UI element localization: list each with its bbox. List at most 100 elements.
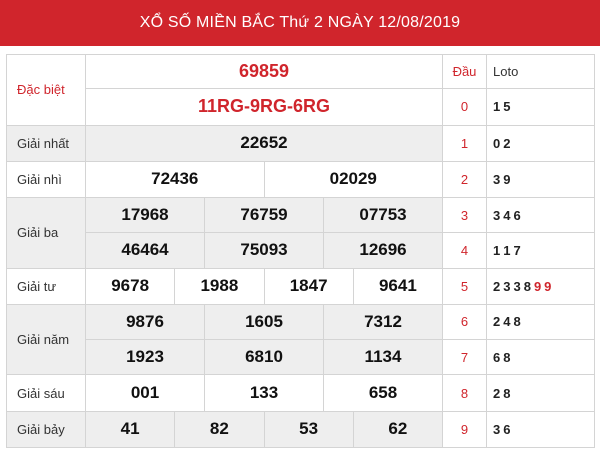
second-prize-value: 72436 (151, 169, 199, 189)
loto-dau-8: 8 (442, 374, 487, 412)
fifth-prize-value: 7312 (323, 304, 442, 340)
first-prize-row: Giải nhất 22652 1 02 (6, 124, 595, 162)
loto-dau-6: 6 (442, 303, 487, 341)
fourth-prize-row: Giải tư 9678 1988 1847 9641 5 233899 (6, 267, 595, 305)
second-prize-row: Giải nhì 72436 02029 2 39 (6, 160, 595, 199)
loto-row-3: 346 (486, 197, 595, 234)
fifth-prize-row: 1923 6810 1134 7 68 (7, 339, 595, 376)
third-prize-value: 76759 (204, 198, 323, 233)
loto-row-4: 117 (486, 232, 595, 269)
fourth-prize-value: 1988 (174, 268, 263, 304)
loto-digit: 3 (493, 421, 501, 437)
sixth-prize-label: Giải sáu (6, 374, 86, 412)
loto-digit: 8 (513, 314, 521, 330)
fifth-prize-value: 9876 (126, 311, 164, 331)
results-title: XỔ SỐ MIỀN BẮC Thứ 2 NGÀY 12/08/2019 (139, 14, 461, 31)
loto-digit: 2 (493, 314, 501, 330)
loto-digit: 8 (503, 349, 511, 365)
results-table-wrap: Đặc biệt 69859 Đầu Loto 11RG-9RG-6RG 0 1… (6, 53, 595, 449)
fifth-prize-value: 1605 (204, 304, 323, 340)
loto-digit: 2 (493, 278, 501, 294)
third-prize-label: Giải ba (6, 197, 86, 269)
loto-dau-4: 4 (442, 232, 487, 269)
seventh-prize-value: 41 (120, 419, 140, 439)
loto-digit: 9 (544, 278, 552, 294)
fifth-prize-value: 1923 (126, 347, 164, 367)
loto-digit: 1 (493, 99, 501, 115)
fifth-prize-row: Giải năm 9876 1605 7312 6 248 (6, 303, 595, 376)
third-prize-value: 75093 (204, 233, 323, 268)
loto-row-0: 15 (486, 88, 595, 126)
seventh-prize-row: Giải bảy 41 82 53 62 9 36 (6, 410, 595, 449)
loto-digit: 3 (493, 207, 501, 223)
loto-dau-7: 7 (442, 339, 487, 376)
loto-digit: 4 (503, 314, 511, 330)
special-codes-row: 11RG-9RG-6RG 0 15 (7, 88, 595, 126)
fifth-prize-value: 6810 (204, 340, 323, 375)
loto-dau-5: 5 (442, 267, 487, 305)
special-prize-value: 69859 (85, 53, 443, 90)
dau-header: Đầu (442, 53, 487, 90)
third-prize-value: 07753 (323, 198, 442, 233)
loto-digit: 6 (513, 207, 521, 223)
seventh-prize-value: 82 (174, 411, 263, 447)
loto-dau-0: 0 (442, 88, 487, 126)
fourth-prize-value: 9641 (352, 268, 442, 304)
loto-row-8: 28 (486, 374, 595, 412)
loto-digit: 7 (513, 242, 521, 258)
seventh-prize-label: Giải bảy (6, 410, 86, 449)
seventh-prize-value: 53 (263, 411, 353, 447)
loto-row-9: 36 (486, 410, 595, 449)
special-prize-row: Đặc biệt 69859 Đầu Loto (6, 53, 595, 126)
loto-dau-1: 1 (442, 124, 487, 162)
loto-digit: 3 (493, 171, 501, 187)
first-prize-value: 22652 (85, 124, 443, 162)
loto-digit: 0 (493, 135, 501, 151)
loto-row-1: 02 (486, 124, 595, 162)
loto-digit: 9 (503, 171, 511, 187)
third-prize-value: 12696 (323, 233, 442, 268)
fifth-prize-value: 1134 (323, 340, 442, 375)
loto-row-6: 248 (486, 303, 595, 341)
third-prize-row: Giải ba 17968 76759 07753 3 346 (6, 197, 595, 269)
loto-digit: 6 (493, 349, 501, 365)
loto-dau-9: 9 (442, 410, 487, 449)
results-table: Đặc biệt 69859 Đầu Loto 11RG-9RG-6RG 0 1… (6, 53, 595, 449)
fourth-prize-label: Giải tư (6, 267, 86, 305)
loto-dau-2: 2 (442, 160, 487, 199)
sixth-prize-row: Giải sáu 001 133 658 8 28 (6, 374, 595, 412)
loto-digit: 8 (523, 278, 531, 294)
fourth-prize-value: 9678 (111, 276, 150, 296)
special-prize-codes: 11RG-9RG-6RG (85, 88, 443, 126)
loto-digit: 8 (503, 385, 511, 401)
third-prize-row: 46464 75093 12696 4 117 (7, 232, 595, 269)
loto-digit: 1 (503, 242, 511, 258)
sixth-prize-value: 658 (323, 375, 442, 411)
sixth-prize-value: 133 (204, 375, 323, 411)
first-prize-label: Giải nhất (6, 124, 86, 162)
third-prize-value: 17968 (121, 205, 169, 225)
second-prize-label: Giải nhì (6, 160, 86, 199)
special-prize-label: Đặc biệt (6, 54, 86, 126)
fifth-prize-label: Giải năm (6, 303, 86, 376)
loto-digit: 2 (493, 385, 501, 401)
loto-digit: 3 (503, 278, 511, 294)
loto-digit: 3 (513, 278, 521, 294)
fourth-prize-value: 1847 (263, 268, 353, 304)
results-header: XỔ SỐ MIỀN BẮC Thứ 2 NGÀY 12/08/2019 (0, 0, 600, 46)
third-prize-value: 46464 (121, 240, 169, 260)
loto-row-5: 233899 (486, 267, 595, 305)
loto-digit: 9 (533, 278, 542, 294)
loto-row-2: 39 (486, 160, 595, 199)
loto-digit: 1 (493, 242, 501, 258)
loto-digit: 6 (503, 421, 511, 437)
loto-dau-3: 3 (442, 197, 487, 234)
loto-digit: 5 (503, 99, 511, 115)
second-prize-value: 02029 (263, 161, 443, 198)
loto-digit: 2 (503, 135, 511, 151)
loto-digit: 4 (503, 207, 511, 223)
loto-header: Loto (486, 53, 595, 90)
sixth-prize-value: 001 (130, 383, 160, 402)
seventh-prize-value: 62 (352, 411, 442, 447)
loto-row-7: 68 (486, 339, 595, 376)
